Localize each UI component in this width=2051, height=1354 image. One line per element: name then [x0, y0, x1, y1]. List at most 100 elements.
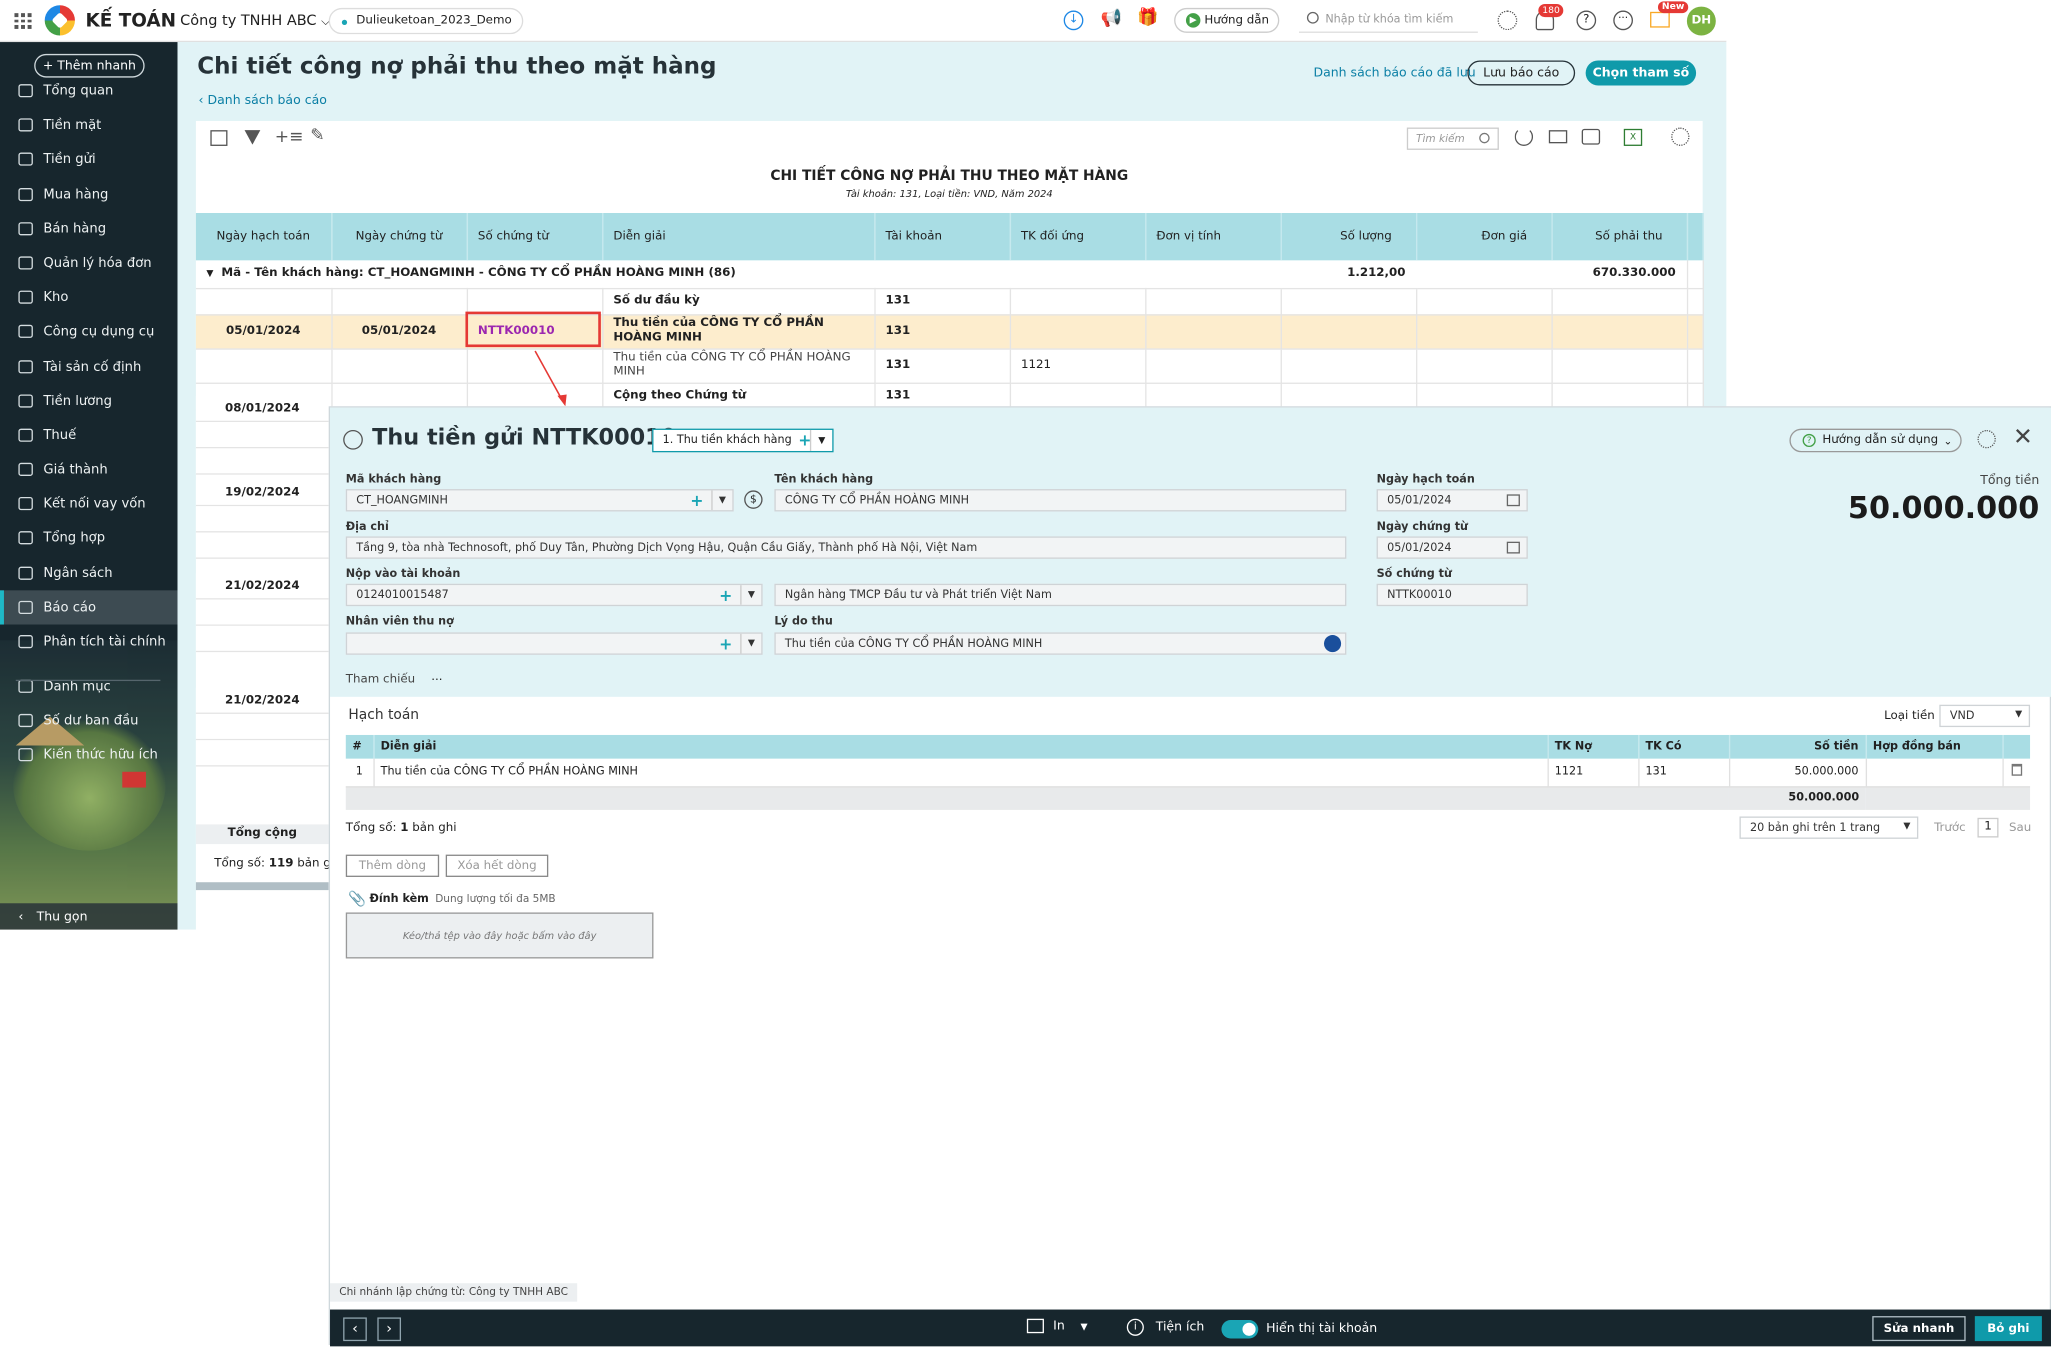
report-col-header[interactable]: Đơn vị tính	[1145, 212, 1282, 261]
collapse-button[interactable]: ‹ Thu gọn	[0, 903, 178, 930]
export-excel-icon[interactable]: X	[1623, 128, 1643, 146]
next-page-button[interactable]: Sau	[2009, 822, 2031, 835]
report-col-header[interactable]: Số chứng từ	[466, 212, 603, 261]
refresh-icon[interactable]	[1514, 127, 1534, 146]
report-row[interactable]: Thu tiền của CÔNG TY CỔ PHẦN HOÀNG MINH 1…	[195, 348, 1704, 384]
chevron-down-icon[interactable]: ▼	[711, 490, 732, 511]
help-icon[interactable]: ?	[1576, 10, 1597, 31]
sidebar-item-8[interactable]: Công cụ dụng cụ	[0, 314, 177, 348]
saved-reports-link[interactable]: Danh sách báo cáo đã lưu	[1313, 66, 1475, 80]
user-avatar[interactable]: DH	[1686, 6, 1716, 36]
sidebar-item-7[interactable]: Kho	[0, 280, 177, 314]
plus-icon[interactable]: +	[690, 492, 703, 510]
sidebar-item-18[interactable]: Danh mục	[0, 669, 177, 703]
sidebar-item-16[interactable]: Báo cáo	[0, 590, 178, 625]
calendar-icon[interactable]	[1506, 494, 1520, 507]
doc-no-input[interactable]: NTTK00010	[1376, 583, 1528, 607]
grid-cell-credit[interactable]: 131	[1638, 758, 1730, 787]
sidebar-item-10[interactable]: Tiền lương	[0, 384, 177, 418]
sidebar-item-13[interactable]: Kết nối vay vốn	[0, 486, 177, 520]
page-number-input[interactable]: 1	[1977, 817, 1999, 838]
database-selector[interactable]: Dulieuketoan_2023_Demo	[328, 7, 524, 35]
next-record-button[interactable]: ›	[377, 1317, 402, 1342]
post-date-input[interactable]: 05/01/2024	[1376, 489, 1528, 512]
app-grid-icon[interactable]	[14, 13, 32, 29]
address-input[interactable]: Tầng 9, tòa nhà Technosoft, phố Duy Tân,…	[345, 536, 1347, 559]
report-search-input[interactable]: Tìm kiếm	[1406, 127, 1499, 150]
filter-icon[interactable]	[244, 130, 261, 145]
receipt-type-select[interactable]: 1. Thu tiền khách hàng + ▼	[652, 428, 834, 453]
deposit-account-input[interactable]: 0124010015487 + ▼	[345, 583, 763, 607]
report-settings-icon[interactable]	[1671, 127, 1690, 146]
reason-input[interactable]: Thu tiền của CÔNG TY CỔ PHẦN HOÀNG MINH	[774, 632, 1347, 655]
print-icon[interactable]	[1581, 128, 1601, 145]
page-size-select[interactable]: 20 bản ghi trên 1 trang ▼	[1739, 816, 1919, 839]
grid-col-header[interactable]: TK Có	[1638, 734, 1730, 759]
currency-select[interactable]: VND ▼	[1939, 704, 2031, 728]
sidebar-item-4[interactable]: Mua hàng	[0, 177, 177, 211]
mail-icon[interactable]	[1650, 11, 1670, 28]
plus-icon[interactable]: +	[719, 635, 732, 653]
currency-circle-icon[interactable]: $	[744, 490, 763, 509]
report-col-header[interactable]: Tài khoản	[874, 212, 1011, 261]
download-icon[interactable]: ↓	[1063, 10, 1084, 31]
chevron-down-icon[interactable]: ▼	[740, 633, 761, 654]
save-report-button[interactable]: Lưu báo cáo	[1467, 60, 1576, 86]
help-guide-button[interactable]: ? Hướng dẫn sử dụng ⌄	[1789, 428, 1962, 453]
grid-col-header[interactable]: Diễn giải	[373, 734, 1549, 759]
translate-globe-icon[interactable]	[1324, 635, 1342, 653]
gift-icon[interactable]: 🎁	[1137, 8, 1158, 28]
plus-icon[interactable]: +	[719, 586, 732, 604]
dialog-settings-icon[interactable]	[1977, 429, 1996, 449]
print-menu[interactable]: In ▼	[1026, 1318, 1088, 1334]
guide-button[interactable]: ▶ Hướng dẫn	[1174, 7, 1280, 33]
report-col-header[interactable]: Ngày hạch toán	[195, 212, 332, 261]
trash-icon[interactable]	[2002, 758, 2031, 787]
customer-name-input[interactable]: CÔNG TY CỔ PHẦN HOÀNG MINH	[774, 489, 1347, 512]
chat-icon[interactable]: ···	[1613, 10, 1633, 31]
grid-cell-debit[interactable]: 1121	[1547, 758, 1639, 787]
calendar-icon[interactable]	[1506, 541, 1520, 554]
email-icon[interactable]	[1548, 130, 1568, 144]
grid-col-header[interactable]: TK Nợ	[1547, 734, 1639, 759]
copy-icon[interactable]	[210, 130, 228, 146]
file-drop-zone[interactable]: Kéo/thả tệp vào đây hoặc bấm vào đây	[345, 912, 654, 959]
sidebar-item-19[interactable]: Số dư ban đầu	[0, 703, 177, 737]
report-scrollbar[interactable]	[195, 882, 329, 891]
sidebar-item-2[interactable]: Tiền mặt	[0, 108, 177, 142]
global-search[interactable]: Nhập từ khóa tìm kiếm	[1299, 8, 1478, 33]
sidebar-item-5[interactable]: Bán hàng	[0, 212, 177, 246]
report-col-header[interactable]: Ngày chứng từ	[331, 212, 468, 261]
customer-code-input[interactable]: CT_HOANGMINH + ▼	[345, 489, 734, 512]
grid-row[interactable]: 1 Thu tiền của CÔNG TY CỔ PHẦN HOÀNG MINH…	[345, 758, 2031, 787]
grid-col-header[interactable]: #	[345, 734, 375, 759]
history-icon[interactable]	[343, 429, 363, 450]
collector-input[interactable]: + ▼	[345, 632, 763, 655]
save-button[interactable]: Bỏ ghi	[1974, 1316, 2042, 1342]
utility-menu[interactable]: i Tiện ích	[1126, 1318, 1204, 1336]
sidebar-item-11[interactable]: Thuế	[0, 418, 177, 452]
bank-name-input[interactable]: Ngân hàng TMCP Đầu tư và Phát triển Việt…	[774, 583, 1347, 607]
report-row[interactable]: 05/01/2024 05/01/2024 NTTK00010 Thu tiền củ…	[195, 314, 1704, 350]
company-selector[interactable]: Công ty TNHH ABC ⌵	[180, 12, 330, 29]
close-icon[interactable]: ✕	[2013, 423, 2033, 451]
sidebar-item-17[interactable]: Phân tích tài chính	[0, 625, 177, 659]
grid-cell-contract[interactable]	[1865, 758, 2004, 787]
caret-down-icon[interactable]: ▼	[206, 269, 213, 280]
sidebar-item-3[interactable]: Tiền gửi	[0, 142, 177, 176]
quick-edit-button[interactable]: Sửa nhanh	[1872, 1316, 1966, 1342]
sidebar-item-6[interactable]: Quản lý hóa đơn	[0, 246, 177, 280]
report-col-header[interactable]: Số phải thu	[1551, 212, 1688, 261]
sidebar-item-12[interactable]: Giá thành	[0, 452, 177, 486]
add-column-icon[interactable]: +≡	[275, 128, 304, 148]
add-row-button[interactable]: Thêm dòng	[345, 854, 440, 877]
settings-gear-icon[interactable]	[1497, 10, 1518, 31]
prev-page-button[interactable]: Trước	[1934, 822, 1966, 835]
report-row[interactable]: Số dư đầu kỳ 131	[195, 287, 1704, 315]
sidebar-item-14[interactable]: Tổng hợp	[0, 521, 177, 555]
report-col-header[interactable]: TK đối ứng	[1009, 212, 1146, 261]
grid-col-header[interactable]: Số tiền	[1728, 734, 1867, 759]
delete-all-rows-button[interactable]: Xóa hết dòng	[445, 854, 549, 877]
choose-params-button[interactable]: Chọn tham số	[1585, 60, 1697, 86]
sidebar-item-15[interactable]: Ngân sách	[0, 556, 177, 590]
